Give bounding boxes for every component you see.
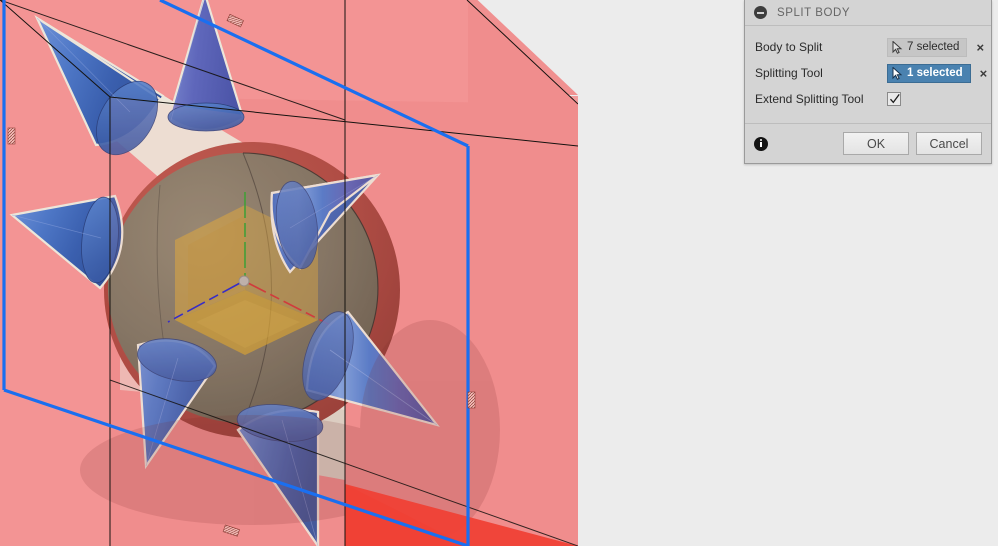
extend-splitting-tool-checkbox[interactable] <box>887 92 901 106</box>
dialog-buttons: OK Cancel <box>843 132 982 155</box>
viewport-3d[interactable] <box>0 0 578 546</box>
ok-button[interactable]: OK <box>843 132 909 155</box>
extend-splitting-tool-label: Extend Splitting Tool <box>755 92 864 106</box>
dialog-title: SPLIT BODY <box>777 6 851 19</box>
splitting-tool-label: Splitting Tool <box>755 66 823 80</box>
application-window: SPLIT BODY Body to Split 7 selected × Sp… <box>0 0 998 546</box>
row-splitting-tool: Splitting Tool 1 selected × <box>745 60 991 86</box>
dialog-footer: OK Cancel <box>745 123 991 163</box>
checkmark-icon <box>890 94 900 104</box>
body-to-split-value: 7 selected <box>907 41 960 53</box>
splitting-tool-field[interactable]: 1 selected <box>887 63 971 83</box>
dialog-body: Body to Split 7 selected × Splitting Too… <box>745 26 991 112</box>
clear-body-to-split-button[interactable]: × <box>976 41 984 54</box>
info-icon[interactable] <box>754 136 768 151</box>
body-to-split-field[interactable]: 7 selected <box>887 37 968 57</box>
selection-cursor-icon <box>892 39 903 54</box>
cancel-button[interactable]: Cancel <box>916 132 982 155</box>
splitting-tool-value: 1 selected <box>907 67 963 79</box>
row-body-to-split: Body to Split 7 selected × <box>745 34 991 60</box>
selection-cursor-icon <box>892 65 903 80</box>
body-to-split-label: Body to Split <box>755 40 823 54</box>
dialog-header[interactable]: SPLIT BODY <box>745 0 991 26</box>
split-body-dialog[interactable]: SPLIT BODY Body to Split 7 selected × Sp… <box>744 0 992 164</box>
minus-circle-icon[interactable] <box>754 6 767 19</box>
row-extend-splitting-tool: Extend Splitting Tool <box>745 86 991 112</box>
clear-splitting-tool-button[interactable]: × <box>980 67 988 80</box>
